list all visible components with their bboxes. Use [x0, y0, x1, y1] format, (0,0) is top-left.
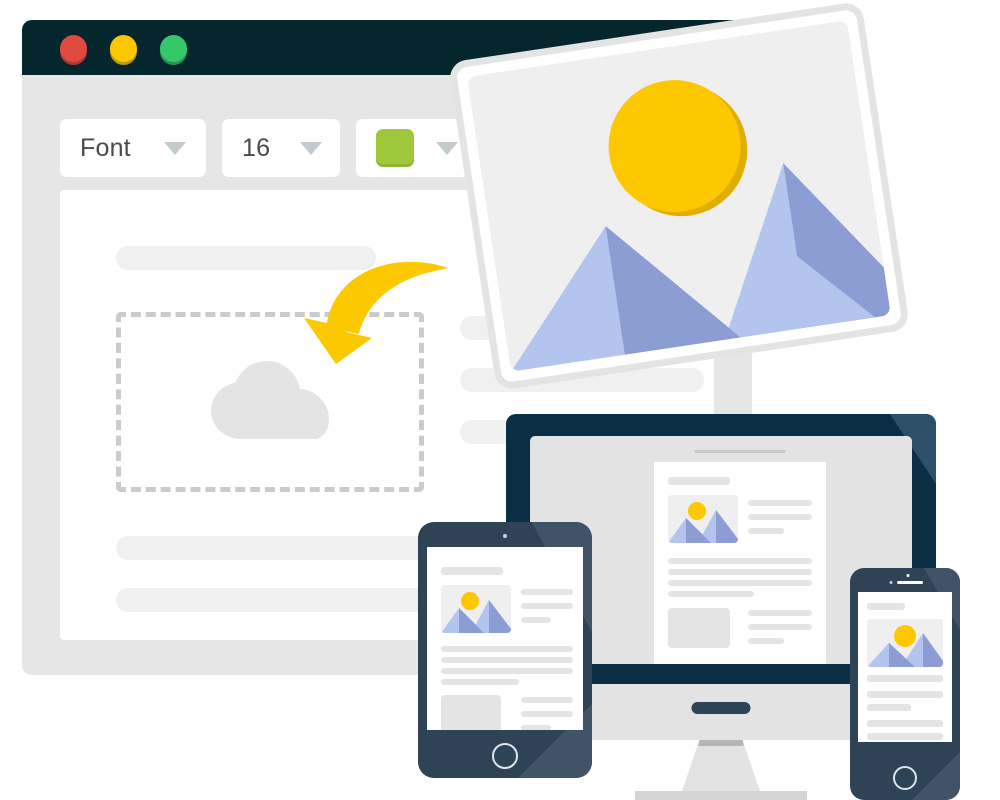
- card-text-line: [441, 668, 573, 674]
- color-swatch: [376, 129, 414, 167]
- phone-body-highlight-bottom: [912, 752, 960, 800]
- minimize-button[interactable]: [110, 35, 137, 62]
- card-text-line: [867, 675, 943, 682]
- card-text-line: [521, 603, 573, 609]
- card-text-line: [668, 591, 754, 597]
- photo-image: [467, 20, 891, 372]
- card-text-line: [668, 558, 812, 564]
- font-select[interactable]: Font: [60, 119, 206, 177]
- chevron-down-icon: [300, 141, 322, 155]
- card-text-line: [748, 638, 784, 644]
- camera-icon: [889, 581, 893, 584]
- card-text-line: [521, 589, 573, 595]
- card-text-line: [441, 679, 519, 685]
- landscape-thumb-icon: [867, 619, 943, 667]
- landscape-artwork: [467, 20, 891, 372]
- curved-drag-arrow: [296, 252, 456, 364]
- card-media-block: [441, 695, 501, 730]
- card-text-line: [748, 514, 812, 520]
- font-select-label: Font: [80, 133, 131, 162]
- illustration-scene: Font 16: [0, 0, 1000, 800]
- card-title-line: [867, 603, 905, 610]
- card-text-line: [521, 711, 573, 717]
- card-text-line: [521, 697, 573, 703]
- chevron-down-icon: [436, 141, 458, 155]
- article-card: [654, 462, 826, 664]
- card-text-line: [867, 704, 911, 711]
- card-text-line: [668, 580, 812, 586]
- card-text-line: [867, 720, 943, 727]
- card-thumbnail: [668, 495, 738, 543]
- sensor-icon: [906, 574, 910, 577]
- home-button[interactable]: [492, 743, 518, 769]
- landscape-thumb-icon: [441, 585, 511, 633]
- phone-screen: [858, 592, 952, 742]
- tablet-screen: [427, 547, 583, 730]
- chevron-down-icon: [164, 141, 186, 155]
- monitor-stand-neck-shadow: [698, 740, 744, 746]
- card-text-line: [867, 733, 943, 740]
- card-title-line: [668, 477, 730, 485]
- font-size-select[interactable]: 16: [222, 119, 340, 177]
- tablet-device: [418, 522, 592, 778]
- monitor-logo-pill: [691, 702, 751, 714]
- card-thumbnail: [867, 619, 943, 667]
- card-text-line: [867, 691, 943, 698]
- card-text-line: [441, 646, 573, 652]
- card-text-line: [748, 624, 812, 630]
- speaker-icon: [897, 581, 923, 584]
- landscape-thumb-icon: [668, 495, 738, 543]
- card-title-line: [441, 567, 503, 575]
- browser-url-bar: [694, 450, 786, 453]
- card-text-line: [521, 725, 551, 730]
- card-text-line: [748, 500, 812, 506]
- card-text-line: [521, 617, 551, 623]
- card-thumbnail: [441, 585, 511, 633]
- card-text-line: [748, 528, 784, 534]
- cloud-upload-icon: [211, 361, 329, 439]
- camera-icon: [503, 534, 507, 538]
- phone-device: [850, 568, 960, 800]
- font-size-label: 16: [242, 133, 271, 162]
- close-button[interactable]: [60, 35, 87, 62]
- zoom-button[interactable]: [160, 35, 187, 62]
- monitor-stand-base: [635, 791, 807, 800]
- home-button[interactable]: [893, 766, 917, 790]
- dragged-image-card[interactable]: [447, 0, 911, 392]
- monitor-stand-neck: [681, 740, 761, 794]
- card-text-line: [668, 569, 812, 575]
- card-text-line: [748, 610, 812, 616]
- card-text-line: [441, 657, 573, 663]
- card-media-block: [668, 608, 730, 648]
